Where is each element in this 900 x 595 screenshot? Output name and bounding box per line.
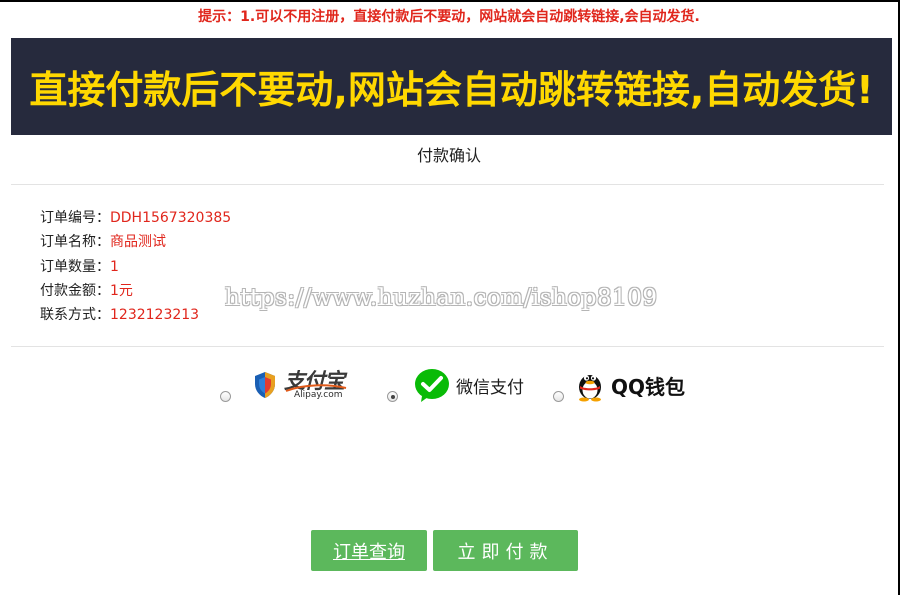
order-query-button[interactable]: 订单查询 xyxy=(311,530,427,571)
order-name-value: 商品测试 xyxy=(110,234,166,251)
order-contact-label: 联系方式： xyxy=(40,307,110,324)
wechat-text: 微信支付 xyxy=(456,377,524,398)
order-contact-row: 联系方式：1232123213 xyxy=(40,303,231,327)
order-info: 订单编号：DDH1567320385 订单名称：商品测试 订单数量：1 付款金额… xyxy=(40,206,231,327)
banner-text: 直接付款后不要动,网站会自动跳转链接,自动发货! xyxy=(29,68,874,112)
watermark: https://www.huzhan.com/ishop8109 xyxy=(225,285,658,311)
qq-radio[interactable] xyxy=(553,391,564,402)
order-amount-value: 1元 xyxy=(110,282,133,299)
alipay-radio[interactable] xyxy=(220,391,231,402)
order-number-label: 订单编号： xyxy=(40,210,110,226)
order-qty-label: 订单数量： xyxy=(40,258,110,275)
alipay-logo[interactable]: 支付宝 Alipay.com xyxy=(254,369,348,401)
wechat-logo[interactable]: 微信支付 xyxy=(414,368,524,402)
qq-logo[interactable]: QQ钱包 xyxy=(575,368,685,402)
wechat-radio[interactable] xyxy=(387,391,398,402)
banner: 直接付款后不要动,网站会自动跳转链接,自动发货! xyxy=(11,38,892,135)
order-name-row: 订单名称：商品测试 xyxy=(40,230,231,254)
order-number-value: DDH1567320385 xyxy=(110,210,232,226)
divider-top xyxy=(11,184,884,185)
alipay-sub-text: Alipay.com xyxy=(294,390,343,400)
alipay-wordmark: 支付宝 Alipay.com xyxy=(284,369,348,401)
divider-bottom xyxy=(11,346,884,347)
order-contact-value: 1232123213 xyxy=(110,307,200,324)
pay-now-button[interactable]: 立即付款 xyxy=(433,530,578,571)
alipay-shield-icon xyxy=(255,372,275,398)
notice-text: 提示：1.可以不用注册，直接付款后不要动，网站就会自动跳转链接,会自动发货. xyxy=(198,9,700,25)
order-amount-label: 付款金额： xyxy=(40,282,110,299)
order-qty-row: 订单数量：1 xyxy=(40,255,231,279)
order-qty-value: 1 xyxy=(110,258,119,275)
order-number-row: 订单编号：DDH1567320385 xyxy=(40,206,231,230)
qq-penguin-icon xyxy=(579,375,601,402)
page-title: 付款确认 xyxy=(416,146,481,165)
order-amount-row: 付款金额：1元 xyxy=(40,279,231,303)
qq-text: QQ钱包 xyxy=(611,374,686,399)
wechat-check-icon xyxy=(415,369,449,402)
order-name-label: 订单名称： xyxy=(40,234,110,251)
payment-page: 提示：1.可以不用注册，直接付款后不要动，网站就会自动跳转链接,会自动发货. 直… xyxy=(0,0,900,595)
